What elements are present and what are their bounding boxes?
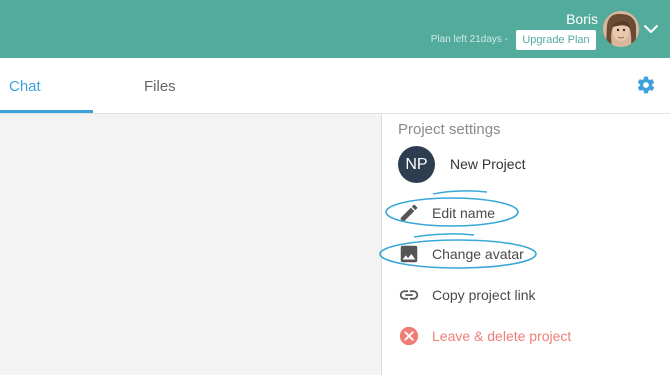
leave-delete-project-label: Leave & delete project bbox=[432, 328, 572, 344]
project-settings-panel: Project settings NP New Project Edit nam… bbox=[381, 114, 670, 375]
copy-project-link-label: Copy project link bbox=[432, 287, 536, 303]
leave-delete-project-item[interactable]: Leave & delete project bbox=[398, 323, 658, 349]
pencil-icon bbox=[400, 204, 418, 222]
user-avatar[interactable] bbox=[603, 11, 639, 47]
chevron-down-icon[interactable] bbox=[642, 20, 660, 38]
upgrade-plan-button[interactable]: Upgrade Plan bbox=[516, 30, 596, 50]
change-avatar-label: Change avatar bbox=[432, 246, 524, 262]
tab-files[interactable]: Files bbox=[144, 78, 176, 95]
image-icon bbox=[400, 245, 418, 263]
copy-project-link-item[interactable]: Copy project link bbox=[398, 282, 658, 308]
project-name: New Project bbox=[450, 156, 526, 172]
user-name: Boris bbox=[566, 11, 598, 27]
active-tab-indicator bbox=[0, 110, 93, 113]
top-bar: Boris Plan left 21days - Upgrade Plan bbox=[0, 0, 670, 58]
tab-bar: Chat Files bbox=[0, 58, 670, 114]
tab-chat[interactable]: Chat bbox=[9, 78, 41, 95]
project-avatar: NP bbox=[398, 146, 435, 183]
chat-area bbox=[0, 114, 381, 375]
plan-remaining-text: Plan left 21days - bbox=[430, 34, 508, 45]
link-icon bbox=[399, 290, 419, 300]
change-avatar-item[interactable]: Change avatar bbox=[398, 241, 658, 267]
close-circle-icon bbox=[399, 326, 419, 346]
gear-icon[interactable] bbox=[636, 75, 656, 95]
edit-name-item[interactable]: Edit name bbox=[398, 200, 658, 226]
edit-name-label: Edit name bbox=[432, 205, 496, 221]
panel-title: Project settings bbox=[398, 121, 501, 138]
